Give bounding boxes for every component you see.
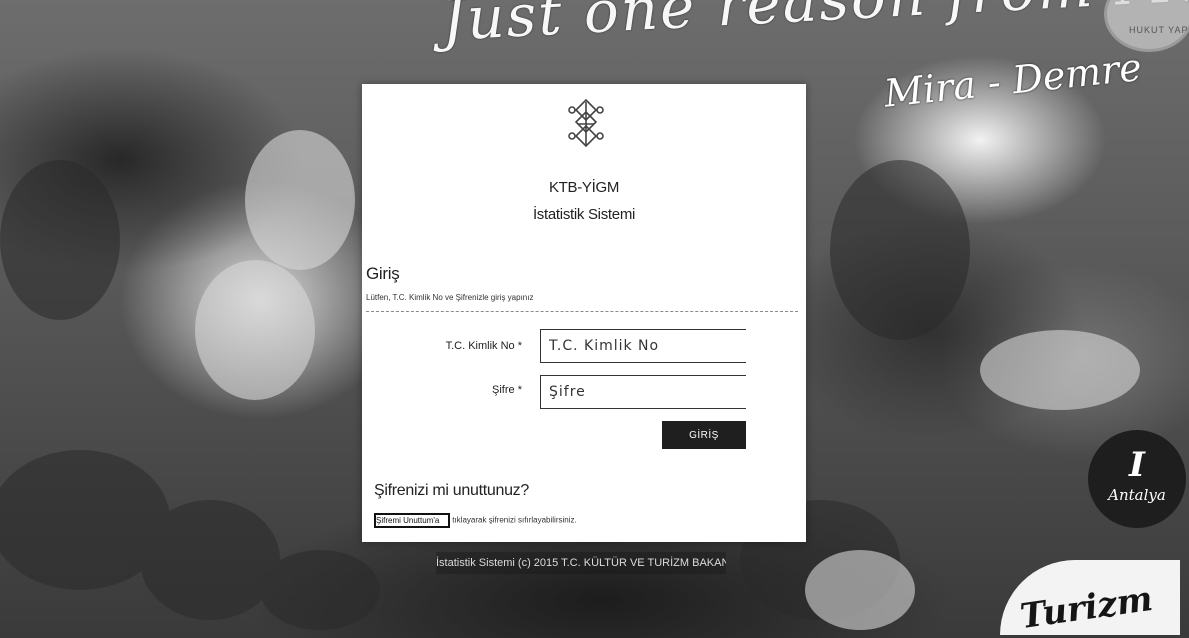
badge-city: Antalya (1108, 486, 1166, 504)
stamp-text: HUKUT YAP (1129, 25, 1189, 35)
forgot-hint-text: tıklayarak şifrenizi sıfırlayabilirsiniz… (452, 515, 577, 525)
system-name: İstatistik Sistemi (532, 206, 636, 223)
forgot-password-hint: Şifremi Unuttum'a tıklayarak şifrenizi s… (374, 513, 577, 528)
footer-copyright: İstatistik Sistemi (c) 2015 T.C. KÜLTÜR … (436, 552, 726, 574)
login-section-title: Giriş (366, 264, 400, 283)
login-button[interactable]: GİRİŞ (662, 421, 746, 449)
antalya-badge: I Antalya (1088, 430, 1186, 528)
badge-letter: I (1129, 445, 1145, 485)
login-card: KTB-YİGM İstatistik Sistemi Giriş Lütfen… (362, 84, 806, 542)
ottoman-knot-icon (568, 98, 604, 148)
brand-text: Turizm (1017, 578, 1156, 638)
password-input[interactable] (540, 375, 746, 409)
login-instructions: Lütfen, T.C. Kimlik No ve Şifrenizle gir… (366, 293, 534, 302)
section-divider (366, 311, 798, 312)
password-label: Şifre * (492, 384, 522, 396)
forgot-password-link[interactable]: Şifremi Unuttum'a (374, 513, 450, 528)
organization-name: KTB-YİGM (548, 179, 620, 196)
tc-label: T.C. Kimlik No * (445, 340, 522, 352)
tc-kimlik-input[interactable] (540, 329, 746, 363)
forgot-password-title: Şifrenizi mi unuttunuz? (374, 482, 529, 499)
